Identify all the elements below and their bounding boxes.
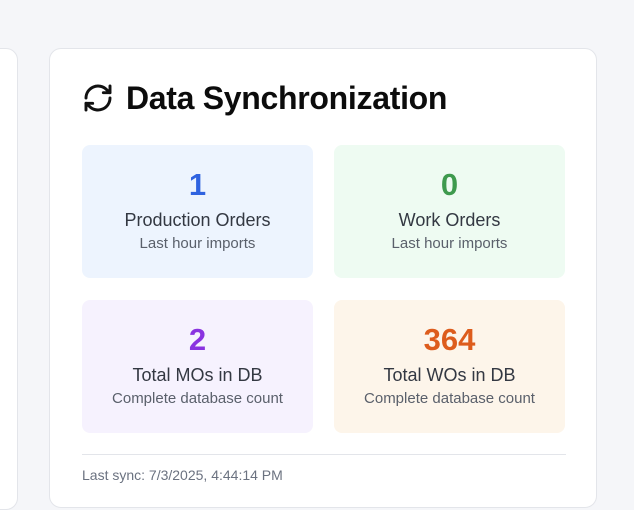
card-header: Data Synchronization xyxy=(82,77,447,119)
refresh-icon[interactable] xyxy=(82,82,114,114)
stat-work-orders: 0 Work Orders Last hour imports xyxy=(334,145,565,278)
stat-value: 2 xyxy=(188,322,207,357)
stat-subtitle: Last hour imports xyxy=(139,235,256,252)
stat-label: Production Orders xyxy=(124,210,271,230)
stat-value: 364 xyxy=(423,322,476,357)
divider xyxy=(82,454,566,455)
stat-value: 1 xyxy=(188,167,207,202)
stat-total-wos: 364 Total WOs in DB Complete database co… xyxy=(334,300,565,433)
page-title: Data Synchronization xyxy=(126,79,448,116)
stat-label: Work Orders xyxy=(398,210,501,230)
last-sync-text: Last sync: 7/3/2025, 4:44:14 PM xyxy=(82,467,283,483)
stat-value: 0 xyxy=(440,167,459,202)
stat-subtitle: Complete database count xyxy=(364,390,535,407)
stat-production-orders: 1 Production Orders Last hour imports xyxy=(82,145,313,278)
stat-subtitle: Last hour imports xyxy=(391,235,508,252)
stat-label: Total WOs in DB xyxy=(383,365,516,385)
data-sync-card: Data Synchronization 1 Production Orders… xyxy=(49,48,597,508)
left-panel xyxy=(0,48,18,510)
stat-total-mos: 2 Total MOs in DB Complete database coun… xyxy=(82,300,313,433)
stat-subtitle: Complete database count xyxy=(112,390,283,407)
stat-label: Total MOs in DB xyxy=(132,365,263,385)
